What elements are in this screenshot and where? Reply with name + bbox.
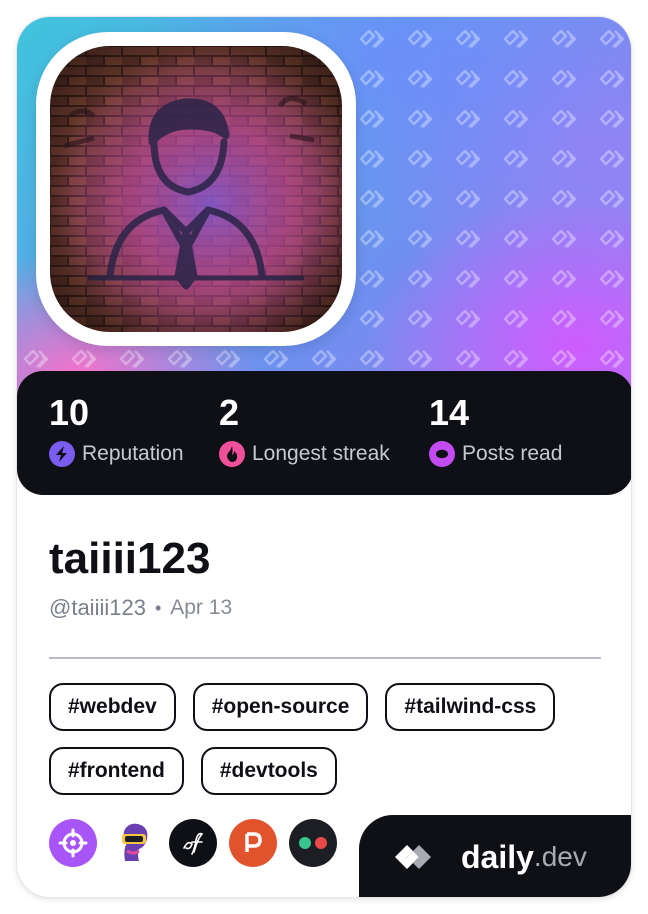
username-handle: @taiiii123	[49, 595, 146, 620]
stat-value: 14	[429, 392, 470, 433]
stats-bar: 10 Reputation 2 Longest streak 14 Posts …	[17, 371, 631, 495]
tag-chip[interactable]: #open-source	[192, 683, 369, 731]
lightning-icon	[49, 441, 75, 467]
crosshair-icon[interactable]	[49, 819, 97, 867]
display-name: taiiii123	[49, 534, 211, 583]
meta-separator: •	[154, 597, 162, 618]
stat-value: 10	[49, 392, 90, 433]
tag-list: #webdev #open-source #tailwind-css #fron…	[49, 683, 609, 811]
daily-dev-icon	[395, 845, 431, 869]
tag-chip[interactable]: #webdev	[49, 683, 176, 731]
dots-icon[interactable]	[289, 819, 337, 867]
eye-icon	[429, 441, 455, 467]
brand-tld: .dev	[533, 841, 587, 872]
avatar-frame	[36, 32, 356, 346]
stat-label: Posts read	[462, 442, 563, 465]
vr-headset-icon[interactable]	[109, 819, 157, 867]
stat-label: Longest streak	[252, 442, 390, 465]
flame-icon	[219, 441, 245, 467]
stat-label: Reputation	[82, 442, 184, 465]
squad-badges	[49, 819, 349, 867]
stat-value: 2	[219, 392, 240, 433]
tag-chip[interactable]: #devtools	[200, 747, 337, 795]
join-date: Apr 13	[170, 596, 233, 619]
stat-posts-read: 14 Posts read	[429, 393, 562, 467]
stat-reputation: 10 Reputation	[49, 393, 184, 467]
divider	[49, 657, 601, 659]
af-logo-icon[interactable]	[169, 819, 217, 867]
stat-longest-streak: 2 Longest streak	[219, 393, 390, 467]
profile-meta: @taiiii123 • Apr 13	[49, 595, 232, 621]
tag-chip[interactable]: #frontend	[49, 747, 184, 795]
product-hunt-icon[interactable]	[229, 819, 277, 867]
avatar[interactable]	[50, 46, 342, 332]
devcard: 10 Reputation 2 Longest streak 14 Posts …	[16, 16, 632, 898]
tag-chip[interactable]: #tailwind-css	[385, 683, 556, 731]
brand-name: daily	[461, 838, 534, 875]
daily-dev-logo[interactable]: daily .dev	[359, 815, 631, 897]
